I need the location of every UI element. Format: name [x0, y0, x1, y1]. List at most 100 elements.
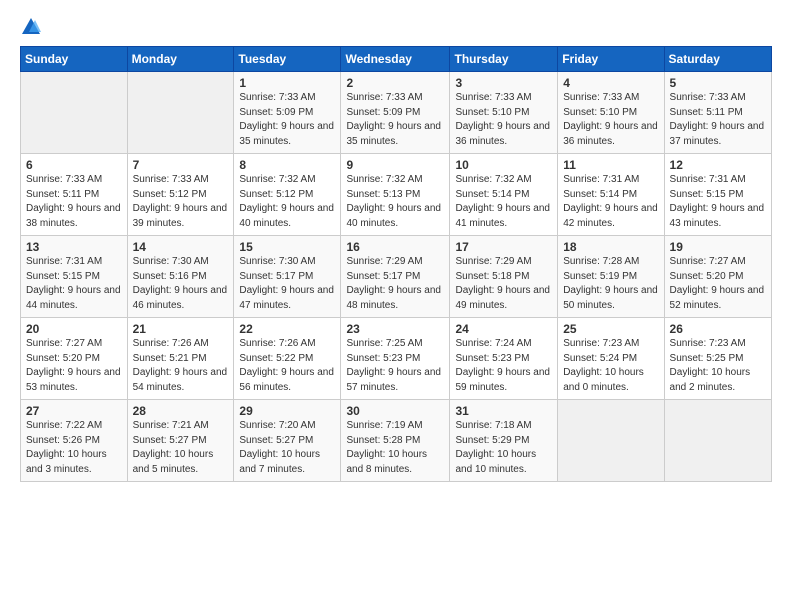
calendar-week-row: 20 Sunrise: 7:27 AMSunset: 5:20 PMDayligh…	[21, 318, 772, 400]
day-number: 6	[26, 158, 122, 172]
calendar-week-row: 13Sunrise: 7:31 AMSunset: 5:15 PMDayligh…	[21, 236, 772, 318]
day-number: 10	[455, 158, 552, 172]
day-detail: Sunrise: 7:32 AMSunset: 5:13 PMDaylight:…	[346, 174, 441, 229]
calendar-week-row: 6 Sunrise: 7:33 AMSunset: 5:11 PMDaylight…	[21, 154, 772, 236]
day-number: 2	[346, 76, 444, 90]
calendar-cell: 26Sunrise: 7:23 AMSunset: 5:25 PMDayligh…	[664, 318, 771, 400]
day-number: 12	[670, 158, 766, 172]
calendar-cell: 1 Sunrise: 7:33 AMSunset: 5:09 PMDaylight…	[234, 72, 341, 154]
day-number: 24	[455, 322, 552, 336]
calendar-cell	[558, 400, 664, 482]
day-detail: Sunrise: 7:25 AMSunset: 5:23 PMDaylight:…	[346, 338, 441, 393]
day-detail: Sunrise: 7:22 AMSunset: 5:26 PMDaylight:…	[26, 420, 107, 475]
day-number: 28	[133, 404, 229, 418]
day-detail: Sunrise: 7:21 AMSunset: 5:27 PMDaylight:…	[133, 420, 214, 475]
calendar-cell: 14 Sunrise: 7:30 AMSunset: 5:16 PMDayligh…	[127, 236, 234, 318]
calendar-cell: 31 Sunrise: 7:18 AMSunset: 5:29 PMDayligh…	[450, 400, 558, 482]
day-detail: Sunrise: 7:27 AMSunset: 5:20 PMDaylight:…	[26, 338, 121, 393]
calendar-cell: 11Sunrise: 7:31 AMSunset: 5:14 PMDayligh…	[558, 154, 664, 236]
day-detail: Sunrise: 7:32 AMSunset: 5:12 PMDaylight:…	[239, 174, 334, 229]
calendar-cell	[127, 72, 234, 154]
day-number: 30	[346, 404, 444, 418]
calendar-header-thursday: Thursday	[450, 47, 558, 72]
day-detail: Sunrise: 7:26 AMSunset: 5:22 PMDaylight:…	[239, 338, 334, 393]
calendar-cell: 28 Sunrise: 7:21 AMSunset: 5:27 PMDayligh…	[127, 400, 234, 482]
day-number: 18	[563, 240, 658, 254]
calendar-cell: 27 Sunrise: 7:22 AMSunset: 5:26 PMDayligh…	[21, 400, 128, 482]
calendar-cell: 22 Sunrise: 7:26 AMSunset: 5:22 PMDayligh…	[234, 318, 341, 400]
day-number: 8	[239, 158, 335, 172]
calendar-header-wednesday: Wednesday	[341, 47, 450, 72]
day-number: 3	[455, 76, 552, 90]
day-number: 20	[26, 322, 122, 336]
day-number: 22	[239, 322, 335, 336]
day-number: 31	[455, 404, 552, 418]
calendar-cell: 9 Sunrise: 7:32 AMSunset: 5:13 PMDaylight…	[341, 154, 450, 236]
calendar-cell: 13Sunrise: 7:31 AMSunset: 5:15 PMDayligh…	[21, 236, 128, 318]
calendar-cell: 30 Sunrise: 7:19 AMSunset: 5:28 PMDayligh…	[341, 400, 450, 482]
logo-icon	[20, 16, 42, 38]
day-number: 9	[346, 158, 444, 172]
day-number: 13	[26, 240, 122, 254]
calendar-table: SundayMondayTuesdayWednesdayThursdayFrid…	[20, 46, 772, 482]
calendar-header-friday: Friday	[558, 47, 664, 72]
day-number: 11	[563, 158, 658, 172]
day-detail: Sunrise: 7:29 AMSunset: 5:18 PMDaylight:…	[455, 256, 550, 311]
calendar-cell: 7 Sunrise: 7:33 AMSunset: 5:12 PMDaylight…	[127, 154, 234, 236]
calendar-header-row: SundayMondayTuesdayWednesdayThursdayFrid…	[21, 47, 772, 72]
day-number: 15	[239, 240, 335, 254]
day-number: 21	[133, 322, 229, 336]
day-number: 25	[563, 322, 658, 336]
day-detail: Sunrise: 7:30 AMSunset: 5:16 PMDaylight:…	[133, 256, 228, 311]
day-detail: Sunrise: 7:33 AMSunset: 5:12 PMDaylight:…	[133, 174, 228, 229]
day-detail: Sunrise: 7:33 AMSunset: 5:10 PMDaylight:…	[563, 92, 658, 147]
day-detail: Sunrise: 7:30 AMSunset: 5:17 PMDaylight:…	[239, 256, 334, 311]
day-number: 26	[670, 322, 766, 336]
day-number: 5	[670, 76, 766, 90]
calendar-header-tuesday: Tuesday	[234, 47, 341, 72]
calendar-cell: 19 Sunrise: 7:27 AMSunset: 5:20 PMDayligh…	[664, 236, 771, 318]
day-number: 27	[26, 404, 122, 418]
header	[20, 16, 772, 38]
day-number: 23	[346, 322, 444, 336]
day-detail: Sunrise: 7:29 AMSunset: 5:17 PMDaylight:…	[346, 256, 441, 311]
calendar-cell: 2Sunrise: 7:33 AMSunset: 5:09 PMDaylight…	[341, 72, 450, 154]
day-number: 17	[455, 240, 552, 254]
calendar-cell: 24Sunrise: 7:24 AMSunset: 5:23 PMDayligh…	[450, 318, 558, 400]
calendar-header-monday: Monday	[127, 47, 234, 72]
day-number: 4	[563, 76, 658, 90]
calendar-cell: 18 Sunrise: 7:28 AMSunset: 5:19 PMDayligh…	[558, 236, 664, 318]
day-number: 1	[239, 76, 335, 90]
day-detail: Sunrise: 7:33 AMSunset: 5:11 PMDaylight:…	[670, 92, 765, 147]
day-detail: Sunrise: 7:27 AMSunset: 5:20 PMDaylight:…	[670, 256, 765, 311]
calendar-cell	[664, 400, 771, 482]
day-detail: Sunrise: 7:33 AMSunset: 5:09 PMDaylight:…	[239, 92, 334, 147]
calendar-cell: 10Sunrise: 7:32 AMSunset: 5:14 PMDayligh…	[450, 154, 558, 236]
day-detail: Sunrise: 7:19 AMSunset: 5:28 PMDaylight:…	[346, 420, 427, 475]
day-detail: Sunrise: 7:31 AMSunset: 5:15 PMDaylight:…	[670, 174, 765, 229]
calendar-cell: 16 Sunrise: 7:29 AMSunset: 5:17 PMDayligh…	[341, 236, 450, 318]
page: SundayMondayTuesdayWednesdayThursdayFrid…	[0, 0, 792, 612]
day-detail: Sunrise: 7:18 AMSunset: 5:29 PMDaylight:…	[455, 420, 536, 475]
day-number: 16	[346, 240, 444, 254]
day-detail: Sunrise: 7:33 AMSunset: 5:11 PMDaylight:…	[26, 174, 121, 229]
calendar-cell: 25 Sunrise: 7:23 AMSunset: 5:24 PMDayligh…	[558, 318, 664, 400]
calendar-cell: 8 Sunrise: 7:32 AMSunset: 5:12 PMDaylight…	[234, 154, 341, 236]
day-detail: Sunrise: 7:26 AMSunset: 5:21 PMDaylight:…	[133, 338, 228, 393]
calendar-cell	[21, 72, 128, 154]
logo	[20, 16, 44, 38]
day-detail: Sunrise: 7:28 AMSunset: 5:19 PMDaylight:…	[563, 256, 658, 311]
day-number: 19	[670, 240, 766, 254]
calendar-cell: 29 Sunrise: 7:20 AMSunset: 5:27 PMDayligh…	[234, 400, 341, 482]
day-number: 29	[239, 404, 335, 418]
day-number: 7	[133, 158, 229, 172]
day-detail: Sunrise: 7:20 AMSunset: 5:27 PMDaylight:…	[239, 420, 320, 475]
day-number: 14	[133, 240, 229, 254]
calendar-cell: 21 Sunrise: 7:26 AMSunset: 5:21 PMDayligh…	[127, 318, 234, 400]
calendar-header-saturday: Saturday	[664, 47, 771, 72]
calendar-header-sunday: Sunday	[21, 47, 128, 72]
calendar-cell: 20 Sunrise: 7:27 AMSunset: 5:20 PMDayligh…	[21, 318, 128, 400]
day-detail: Sunrise: 7:33 AMSunset: 5:10 PMDaylight:…	[455, 92, 550, 147]
day-detail: Sunrise: 7:23 AMSunset: 5:24 PMDaylight:…	[563, 338, 644, 393]
calendar-cell: 4 Sunrise: 7:33 AMSunset: 5:10 PMDaylight…	[558, 72, 664, 154]
